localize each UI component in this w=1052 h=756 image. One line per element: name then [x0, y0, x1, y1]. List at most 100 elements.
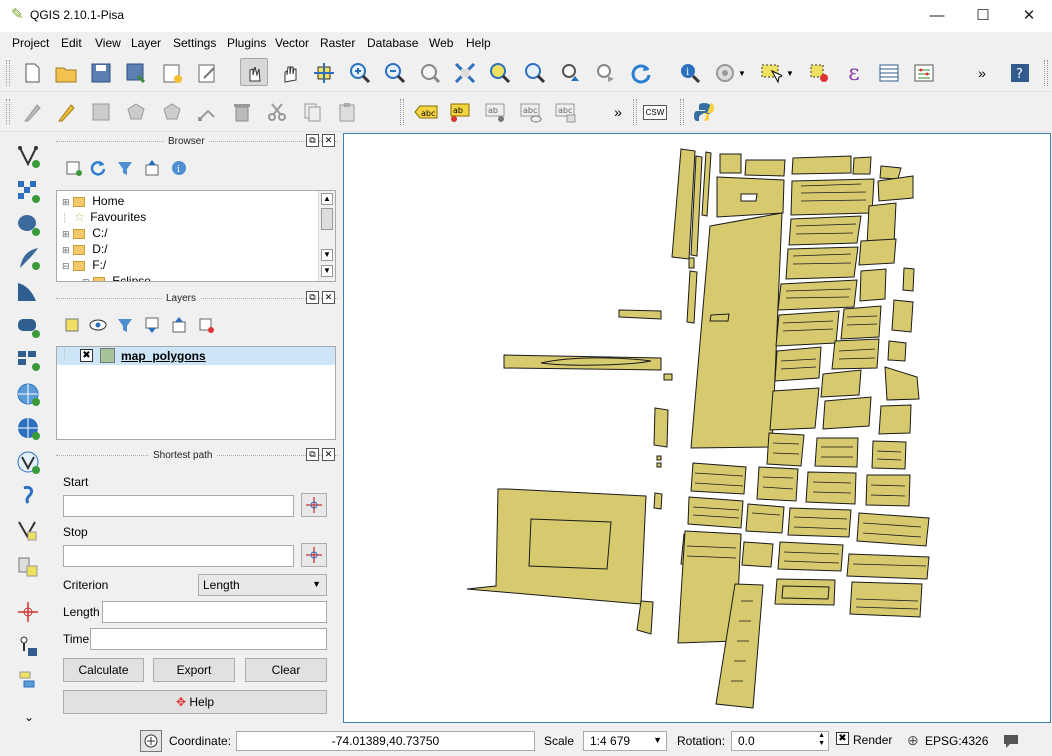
- menu-settings[interactable]: Settings: [173, 36, 216, 50]
- add-wms-layer-icon[interactable]: [14, 381, 44, 409]
- zoom-full-icon[interactable]: [451, 59, 479, 87]
- globe-crs-icon[interactable]: ⊕: [907, 732, 919, 749]
- add-oracle-layer-icon[interactable]: [14, 313, 44, 341]
- pan-to-selection-icon[interactable]: [310, 59, 338, 87]
- new-spatialite-layer-icon[interactable]: [14, 553, 44, 581]
- close-button[interactable]: ✕: [1006, 2, 1052, 30]
- statistical-summary-icon[interactable]: [910, 59, 938, 87]
- render-checkbox[interactable]: ✖: [836, 732, 849, 745]
- add-mssql-layer-icon[interactable]: [14, 278, 44, 306]
- float-panel-button[interactable]: ⧉: [306, 291, 319, 304]
- menu-edit[interactable]: Edit: [61, 36, 82, 50]
- refresh-icon[interactable]: [627, 59, 655, 87]
- layer-labeling-options-icon[interactable]: abc: [412, 98, 440, 126]
- close-panel-button[interactable]: ✕: [322, 134, 335, 147]
- collapse-all-icon[interactable]: [165, 311, 193, 339]
- move-label-icon[interactable]: abc: [517, 98, 545, 126]
- coordinate-field[interactable]: -74.01389,40.73750: [236, 731, 535, 751]
- add-db2-layer-icon[interactable]: [14, 346, 44, 374]
- help-button[interactable]: ✥ Help: [63, 690, 327, 714]
- geometry-checker-icon[interactable]: [14, 667, 44, 695]
- expand-all-icon[interactable]: [138, 311, 166, 339]
- zoom-actual-size-icon[interactable]: [416, 59, 444, 87]
- select-features-icon[interactable]: [757, 59, 785, 87]
- toolbar-overflow-button[interactable]: »: [968, 59, 996, 87]
- menu-layer[interactable]: Layer: [131, 36, 161, 50]
- menu-database[interactable]: Database: [367, 36, 418, 50]
- new-project-icon[interactable]: [18, 59, 46, 87]
- python-console-icon[interactable]: [690, 98, 718, 126]
- new-print-composer-icon[interactable]: [158, 59, 186, 87]
- current-edits-icon[interactable]: [18, 98, 46, 126]
- add-postgis-layer-icon[interactable]: [14, 211, 44, 239]
- help-whats-this-icon[interactable]: ?: [1006, 59, 1034, 87]
- save-project-icon[interactable]: [87, 59, 115, 87]
- zoom-next-icon[interactable]: [592, 59, 620, 87]
- toolbar-overflow-button[interactable]: »: [604, 98, 632, 126]
- save-edits-icon[interactable]: [87, 98, 115, 126]
- time-field[interactable]: [90, 628, 327, 650]
- close-panel-button[interactable]: ✕: [322, 291, 335, 304]
- select-by-expression-icon[interactable]: ε: [840, 59, 868, 87]
- layers-tree[interactable]: ┆ ✖ map_polygons: [56, 346, 336, 440]
- scroll-down-arrow-icon[interactable]: ▼: [321, 265, 333, 277]
- identify-features-icon[interactable]: i: [676, 59, 704, 87]
- metasearch-csw-icon[interactable]: CSW: [641, 98, 669, 126]
- pin-labels-icon[interactable]: ab: [447, 98, 475, 126]
- clear-button[interactable]: Clear: [245, 658, 327, 682]
- zoom-last-icon[interactable]: [557, 59, 585, 87]
- chevron-down-icon[interactable]: ▼: [783, 59, 797, 87]
- criterion-select[interactable]: Length ▼: [198, 574, 327, 596]
- show-hide-labels-icon[interactable]: ab: [482, 98, 510, 126]
- layer-row-map-polygons[interactable]: ┆ ✖ map_polygons: [57, 347, 335, 365]
- zoom-to-selection-icon[interactable]: [521, 59, 549, 87]
- map-canvas[interactable]: [343, 133, 1051, 723]
- open-layer-styling-icon[interactable]: [58, 311, 86, 339]
- menu-help[interactable]: Help: [466, 36, 491, 50]
- filter-legend-icon[interactable]: [111, 311, 139, 339]
- move-feature-icon[interactable]: [158, 98, 186, 126]
- tree-item-eclipse[interactable]: ⊞ Eclipse: [82, 274, 151, 281]
- delete-selected-icon[interactable]: [228, 98, 256, 126]
- menu-vector[interactable]: Vector: [275, 36, 309, 50]
- add-wcs-layer-icon[interactable]: [14, 415, 44, 443]
- open-project-icon[interactable]: [52, 59, 80, 87]
- tree-item-d-drive[interactable]: ⊞ D:/: [62, 242, 108, 256]
- tree-item-favourites[interactable]: ┆ ☆ Favourites: [62, 210, 146, 224]
- cut-features-icon[interactable]: [263, 98, 291, 126]
- refresh-browser-icon[interactable]: [84, 154, 112, 182]
- stop-point-field[interactable]: [63, 545, 294, 567]
- toggle-editing-icon[interactable]: [52, 98, 80, 126]
- rotation-field[interactable]: 0.0 ▲ ▼: [731, 731, 829, 751]
- add-raster-layer-icon[interactable]: [14, 178, 44, 206]
- add-vector-layer-icon[interactable]: [14, 143, 44, 171]
- message-log-icon[interactable]: [1002, 733, 1020, 752]
- add-wfs-layer-icon[interactable]: [14, 449, 44, 477]
- filter-browser-icon[interactable]: [111, 154, 139, 182]
- paste-features-icon[interactable]: [333, 98, 361, 126]
- capture-start-point-button[interactable]: [301, 493, 327, 517]
- layer-visibility-checkbox[interactable]: ✖: [80, 349, 93, 362]
- attribute-table-icon[interactable]: [875, 59, 903, 87]
- close-panel-button[interactable]: ✕: [322, 448, 335, 461]
- tree-item-c-drive[interactable]: ⊞ C:/: [62, 226, 108, 240]
- add-delimited-text-layer-icon[interactable]: [14, 483, 44, 511]
- manage-visibility-icon[interactable]: [85, 311, 113, 339]
- composer-manager-icon[interactable]: [193, 59, 221, 87]
- new-shapefile-layer-icon[interactable]: [14, 517, 44, 545]
- node-tool-icon[interactable]: [193, 98, 221, 126]
- menu-web[interactable]: Web: [429, 36, 453, 50]
- minimize-button[interactable]: —: [914, 2, 960, 30]
- crosshair-tool-icon[interactable]: [14, 599, 44, 627]
- float-panel-button[interactable]: ⧉: [306, 448, 319, 461]
- zoom-in-icon[interactable]: [346, 59, 374, 87]
- menu-view[interactable]: View: [95, 36, 121, 50]
- menu-raster[interactable]: Raster: [320, 36, 355, 50]
- start-point-field[interactable]: [63, 495, 294, 517]
- add-feature-icon[interactable]: [122, 98, 150, 126]
- deselect-features-icon[interactable]: [805, 59, 833, 87]
- length-field[interactable]: [102, 601, 327, 623]
- menu-project[interactable]: Project: [12, 36, 49, 50]
- scroll-down-arrow-icon[interactable]: ▼: [321, 249, 333, 261]
- menu-plugins[interactable]: Plugins: [227, 36, 266, 50]
